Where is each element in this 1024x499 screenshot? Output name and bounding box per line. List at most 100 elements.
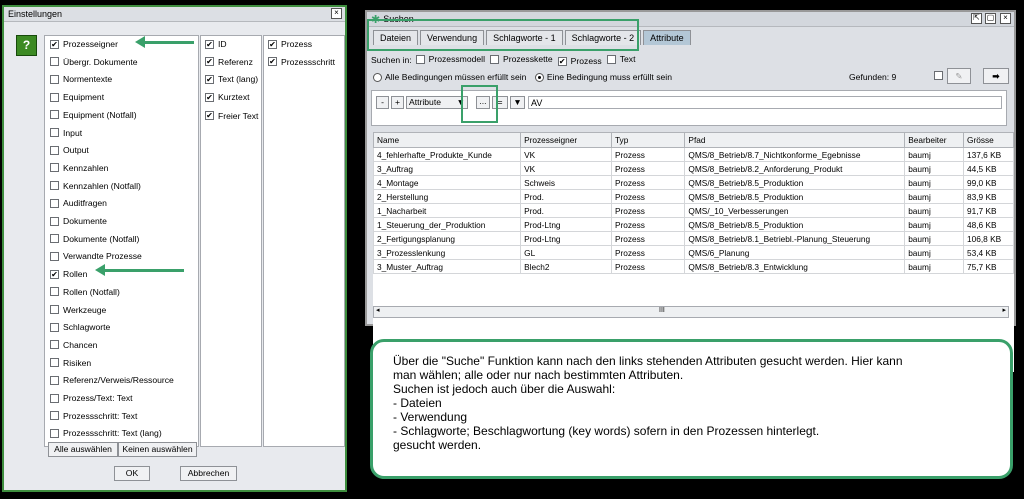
checkbox[interactable] [205, 39, 214, 49]
scope-checkbox-item[interactable]: Prozess [557, 56, 602, 66]
checkbox[interactable] [50, 216, 59, 226]
einstellungen-col1-checkbox-item[interactable]: Rollen [50, 269, 87, 279]
einstellungen-col2-checkbox-item[interactable]: Text (lang) [205, 74, 258, 84]
einstellungen-col1-checkbox-item[interactable]: Chancen [50, 340, 97, 350]
einstellungen-col1-checkbox-item[interactable]: Normentexte [50, 74, 112, 84]
column-header[interactable]: Typ [610, 132, 686, 148]
checkbox[interactable] [50, 39, 59, 49]
arrow-right-icon[interactable]: ➡ [983, 68, 1009, 84]
einstellungen-col1-checkbox-item[interactable]: Verwandte Prozesse [50, 251, 142, 261]
checkbox[interactable] [50, 305, 59, 314]
deselect-all-button[interactable]: Keinen auswählen [118, 442, 197, 457]
option-checkbox[interactable] [934, 71, 943, 80]
checkbox[interactable] [50, 269, 59, 279]
checkbox[interactable] [50, 198, 59, 208]
table-row[interactable]: 3_Prozesslenkung GL Prozess QMS/6_Planung ba… [372, 245, 1014, 260]
einstellungen-col1-checkbox-item[interactable]: Schlagworte [50, 322, 110, 332]
checkbox[interactable] [205, 74, 214, 84]
radio-all-conditions[interactable] [373, 73, 382, 83]
undock-icon[interactable]: ⇱ [971, 13, 982, 24]
einstellungen-col3-checkbox-item[interactable]: Prozessschritt [268, 57, 335, 67]
column-header[interactable]: Bearbeiter [904, 132, 965, 148]
einstellungen-col1-checkbox-item[interactable]: Equipment [50, 92, 104, 102]
scroll-right-icon[interactable]: ▸ [1002, 306, 1006, 314]
maximize-icon[interactable]: ▢ [985, 13, 996, 24]
checkbox[interactable] [50, 322, 59, 332]
edit-icon[interactable]: ✎ [947, 68, 971, 84]
checkbox[interactable] [415, 54, 425, 64]
einstellungen-col1-checkbox-item[interactable]: Input [50, 128, 82, 138]
einstellungen-col1-checkbox-item[interactable]: Rollen (Notfall) [50, 287, 120, 297]
checkbox[interactable] [205, 111, 214, 121]
add-condition-button[interactable]: + [391, 96, 404, 109]
scope-checkbox-item[interactable]: Prozesskette [489, 54, 553, 64]
einstellungen-col1-checkbox-item[interactable]: Dokumente [50, 216, 107, 226]
cancel-button[interactable]: Abbrechen [180, 466, 237, 481]
checkbox[interactable] [50, 375, 59, 385]
einstellungen-col3-checkbox-item[interactable]: Prozess [268, 39, 312, 49]
scroll-left-icon[interactable]: ◂ [376, 306, 380, 314]
column-header[interactable]: Grösse [963, 132, 1014, 148]
checkbox[interactable] [268, 39, 277, 49]
attribute-select[interactable]: Attribute ▼ [406, 96, 468, 109]
table-row[interactable]: 3_Auftrag VK Prozess QMS/8_Betrieb/8.2_Anfo… [372, 161, 1014, 176]
table-row[interactable]: 4_Montage Schweis Prozess QMS/8_Betrieb/8.5… [372, 175, 1014, 190]
checkbox[interactable] [557, 56, 567, 66]
einstellungen-col1-checkbox-item[interactable]: Kennzahlen [50, 163, 108, 173]
checkbox[interactable] [50, 251, 59, 261]
einstellungen-col1-checkbox-item[interactable]: Prozessschritt: Text [50, 411, 137, 421]
checkbox[interactable] [50, 393, 59, 403]
ok-button[interactable]: OK [114, 466, 150, 481]
einstellungen-titlebar[interactable]: Einstellungen × [4, 7, 345, 22]
remove-condition-button[interactable]: - [376, 96, 389, 109]
checkbox[interactable] [268, 57, 277, 67]
checkbox[interactable] [50, 428, 59, 438]
checkbox[interactable] [50, 163, 59, 173]
checkbox[interactable] [50, 145, 59, 155]
einstellungen-col2-checkbox-item[interactable]: ID [205, 39, 227, 49]
scope-checkbox-item[interactable]: Prozessmodell [415, 54, 485, 64]
column-header[interactable]: Pfad [684, 132, 906, 148]
scroll-thumb[interactable]: III [659, 307, 665, 314]
einstellungen-col1-checkbox-item[interactable]: Prozessschritt: Text (lang) [50, 428, 162, 438]
einstellungen-col2-checkbox-item[interactable]: Kurztext [205, 92, 250, 102]
checkbox[interactable] [50, 57, 59, 67]
table-row[interactable]: 4_fehlerhafte_Produkte_Kunde VK Prozess QMS… [372, 147, 1014, 162]
checkbox[interactable] [50, 181, 59, 191]
close-icon[interactable]: × [1000, 13, 1011, 24]
table-row[interactable]: 3_Muster_Auftrag Blech2 Prozess QMS/8_Betri… [372, 259, 1014, 274]
einstellungen-col2-checkbox-item[interactable]: Referenz [205, 57, 253, 67]
checkbox[interactable] [606, 54, 616, 64]
checkbox[interactable] [205, 92, 214, 102]
tab-attribute[interactable]: Attribute [643, 30, 691, 45]
checkbox[interactable] [50, 74, 59, 84]
einstellungen-col1-checkbox-item[interactable]: Dokumente (Notfall) [50, 234, 139, 244]
checkbox[interactable] [50, 287, 59, 297]
help-button[interactable]: ? [16, 35, 37, 56]
einstellungen-col1-checkbox-item[interactable]: Übergr. Dokumente [50, 57, 138, 67]
select-all-button[interactable]: Alle auswählen [48, 442, 118, 457]
einstellungen-col1-checkbox-item[interactable]: Kennzahlen (Notfall) [50, 181, 141, 191]
radio-any-condition[interactable] [534, 73, 544, 83]
checkbox[interactable] [50, 110, 59, 120]
close-icon[interactable]: × [331, 8, 342, 19]
checkbox[interactable] [50, 234, 59, 244]
checkbox[interactable] [50, 358, 59, 368]
einstellungen-col1-checkbox-item[interactable]: Referenz/Verweis/Ressource [50, 375, 174, 385]
table-row[interactable]: 1_Nacharbeit Prod. Prozess QMS/_10_Verbesse… [372, 203, 1014, 218]
einstellungen-col1-checkbox-item[interactable]: Output [50, 145, 89, 155]
einstellungen-col1-checkbox-item[interactable]: Prozesseigner [50, 39, 118, 49]
einstellungen-col1-checkbox-item[interactable]: Auditfragen [50, 198, 107, 208]
checkbox[interactable] [50, 128, 59, 137]
column-header[interactable]: Prozesseigner [520, 132, 612, 148]
einstellungen-col2-checkbox-item[interactable]: Freier Text [205, 111, 258, 121]
checkbox[interactable] [489, 54, 499, 64]
einstellungen-col1-checkbox-item[interactable]: Prozess/Text: Text [50, 393, 133, 403]
table-row[interactable]: 2_Herstellung Prod. Prozess QMS/8_Betrieb/8… [372, 189, 1014, 204]
einstellungen-col1-checkbox-item[interactable]: Equipment (Notfall) [50, 110, 137, 120]
column-header[interactable]: Name [372, 132, 522, 148]
horizontal-scrollbar[interactable]: ◂ III ▸ [373, 306, 1009, 318]
einstellungen-col1-checkbox-item[interactable]: Risiken [50, 358, 91, 368]
checkbox[interactable] [50, 92, 59, 102]
checkbox[interactable] [50, 340, 59, 350]
